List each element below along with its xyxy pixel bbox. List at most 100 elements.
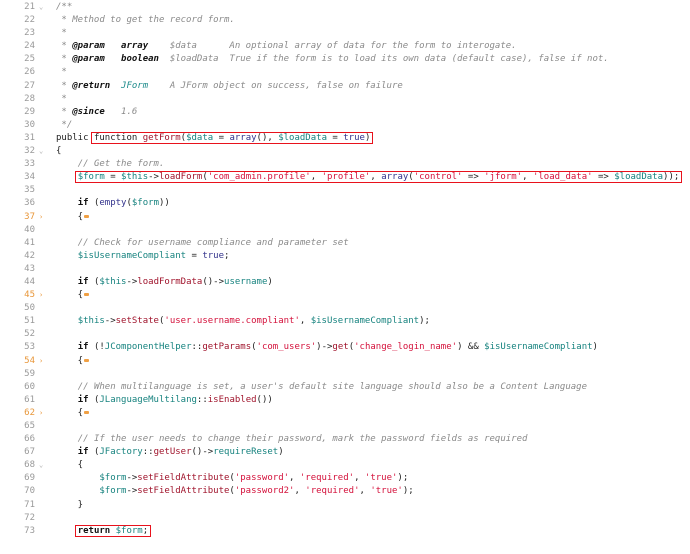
code-content: * @since 1.6 [56,106,137,119]
comment: * Method to get the record form. [56,15,235,26]
builtin: true [343,132,365,143]
code-line[interactable]: 37 › { [0,211,690,224]
code-text: = [327,132,344,143]
code-line[interactable]: 52 [0,328,690,341]
code-line[interactable]: 54 › { [0,355,690,368]
code-line[interactable]: 40 [0,224,690,237]
code-content: if (JLanguageMultilang::isEnabled()) [56,394,273,407]
code-line[interactable]: 31 public function getForm($data = array(… [0,131,690,145]
line-number: 30 [24,119,35,130]
code-line[interactable]: 70 $form->setFieldAttribute('password2',… [0,485,690,498]
code-line[interactable]: 36 if (empty($form)) [0,197,690,210]
fold-expand-icon[interactable]: › [39,407,43,420]
code-line[interactable]: 50 [0,302,690,315]
code-line[interactable]: 33 // Get the form. [0,158,690,171]
code-line[interactable]: 69 $form->setFieldAttribute('password', … [0,472,690,485]
keyword: return [77,525,111,536]
line-number: 66 [24,434,35,445]
comment [110,81,121,91]
line-number: 60 [24,381,35,392]
code-text: , [522,172,533,183]
code-line[interactable]: 25 * @param boolean $loadData True if th… [0,53,690,66]
string-literal: 'control' [413,172,463,183]
code-line[interactable]: 42 $isUsernameCompliant = true; [0,250,690,263]
code-line[interactable]: 23 * [0,27,690,40]
variable: $form [99,473,127,484]
code-content: $isUsernameCompliant = true; [56,250,230,263]
code-line[interactable]: 28 * [0,93,690,106]
collapsed-block-icon[interactable] [84,214,90,218]
code-text: , [310,172,322,183]
code-line[interactable]: 44 if ($this->loadFormData()->username) [0,276,690,289]
code-content: // Check for username compliance and par… [56,237,349,250]
code-text: -> [148,172,159,183]
code-line[interactable]: 53 if (!JComponentHelper::getParams('com… [0,341,690,354]
comment: * [56,106,73,117]
function-name: getUser [153,447,192,458]
code-line[interactable]: 45 › { [0,289,690,302]
fold-collapse-icon[interactable]: ⌄ [39,1,43,14]
fold-expand-icon[interactable]: › [39,289,43,302]
code-line[interactable]: 41 // Check for username compliance and … [0,237,690,250]
collapsed-block-icon[interactable] [84,410,90,414]
code-text: } [56,499,84,510]
code-line[interactable]: 71 } [0,499,690,512]
code-line[interactable]: 35 [0,184,690,197]
code-line[interactable]: 72 [0,512,690,525]
line-number: 71 [24,499,35,510]
collapsed-block-icon[interactable] [84,293,90,297]
code-line[interactable]: 21 ⌄ /** [0,1,690,14]
code-line[interactable]: 30 */ [0,119,690,132]
code-text: -> [104,316,116,327]
code-text: (! [88,342,105,353]
code-line[interactable]: 73 return $form; [0,524,690,538]
code-line[interactable]: 43 [0,263,690,276]
code-content: $this->setState('user.username.compliant… [56,315,430,328]
comment: * [56,67,67,78]
string-literal: 'com_users' [256,342,317,353]
fold-expand-icon[interactable]: › [39,355,43,368]
code-text: )) [158,198,170,209]
code-editor[interactable]: 21 ⌄ /** 22 * Method to get the record form… [0,1,690,538]
code-line[interactable]: 22 * Method to get the record form. [0,14,690,27]
code-line[interactable]: 61 if (JLanguageMultilang::isEnabled()) [0,394,690,407]
code-line[interactable]: 60 // When multilanguage is set, a user'… [0,381,690,394]
doc-tag: @return [72,80,111,91]
comment: // Check for username compliance and par… [77,237,349,248]
code-line[interactable]: 62 › { [0,407,690,420]
code-line[interactable]: 29 * @since 1.6 [0,106,690,119]
collapsed-block-icon[interactable] [84,358,90,362]
code-line[interactable]: 51 $this->setState('user.username.compli… [0,315,690,328]
code-content: * Method to get the record form. [56,14,235,27]
code-line[interactable]: 27 * @return JForm A JForm object on suc… [0,80,690,93]
code-text: ); [419,316,430,327]
line-number: 26 [24,67,35,78]
code-line[interactable]: 68 ⌄ { [0,459,690,472]
fold-collapse-icon[interactable]: ⌄ [39,145,43,158]
line-number: 24 [24,41,35,52]
fold-collapse-icon[interactable]: ⌄ [39,459,43,472]
code-line[interactable]: 34 $form = $this->loadForm('com_admin.pr… [0,171,690,184]
keyword: if [77,394,89,405]
function-name: getForm [142,132,181,143]
code-line[interactable]: 66 // If the user needs to change their … [0,433,690,446]
code-content: /** [56,1,72,14]
code-content: if (!JComponentHelper::getParams('com_us… [56,341,598,354]
code-line[interactable]: 26 * [0,66,690,79]
code-line[interactable]: 24 * @param array $data An optional arra… [0,40,690,53]
function-name: get [332,342,349,353]
code-line[interactable]: 32 ⌄ { [0,145,690,158]
line-number: 22 [24,15,35,26]
code-text: ( [88,394,100,405]
fold-expand-icon[interactable]: › [39,211,43,224]
variable: $loadData [278,132,327,143]
code-line[interactable]: 65 [0,420,690,433]
line-number: 65 [24,421,35,431]
code-line[interactable]: 59 [0,368,690,381]
code-line[interactable]: 67 if (JFactory::getUser()->requireReset… [0,446,690,459]
line-number: 21 [24,2,35,12]
comment: A JForm object on success, false on fail… [148,80,403,91]
